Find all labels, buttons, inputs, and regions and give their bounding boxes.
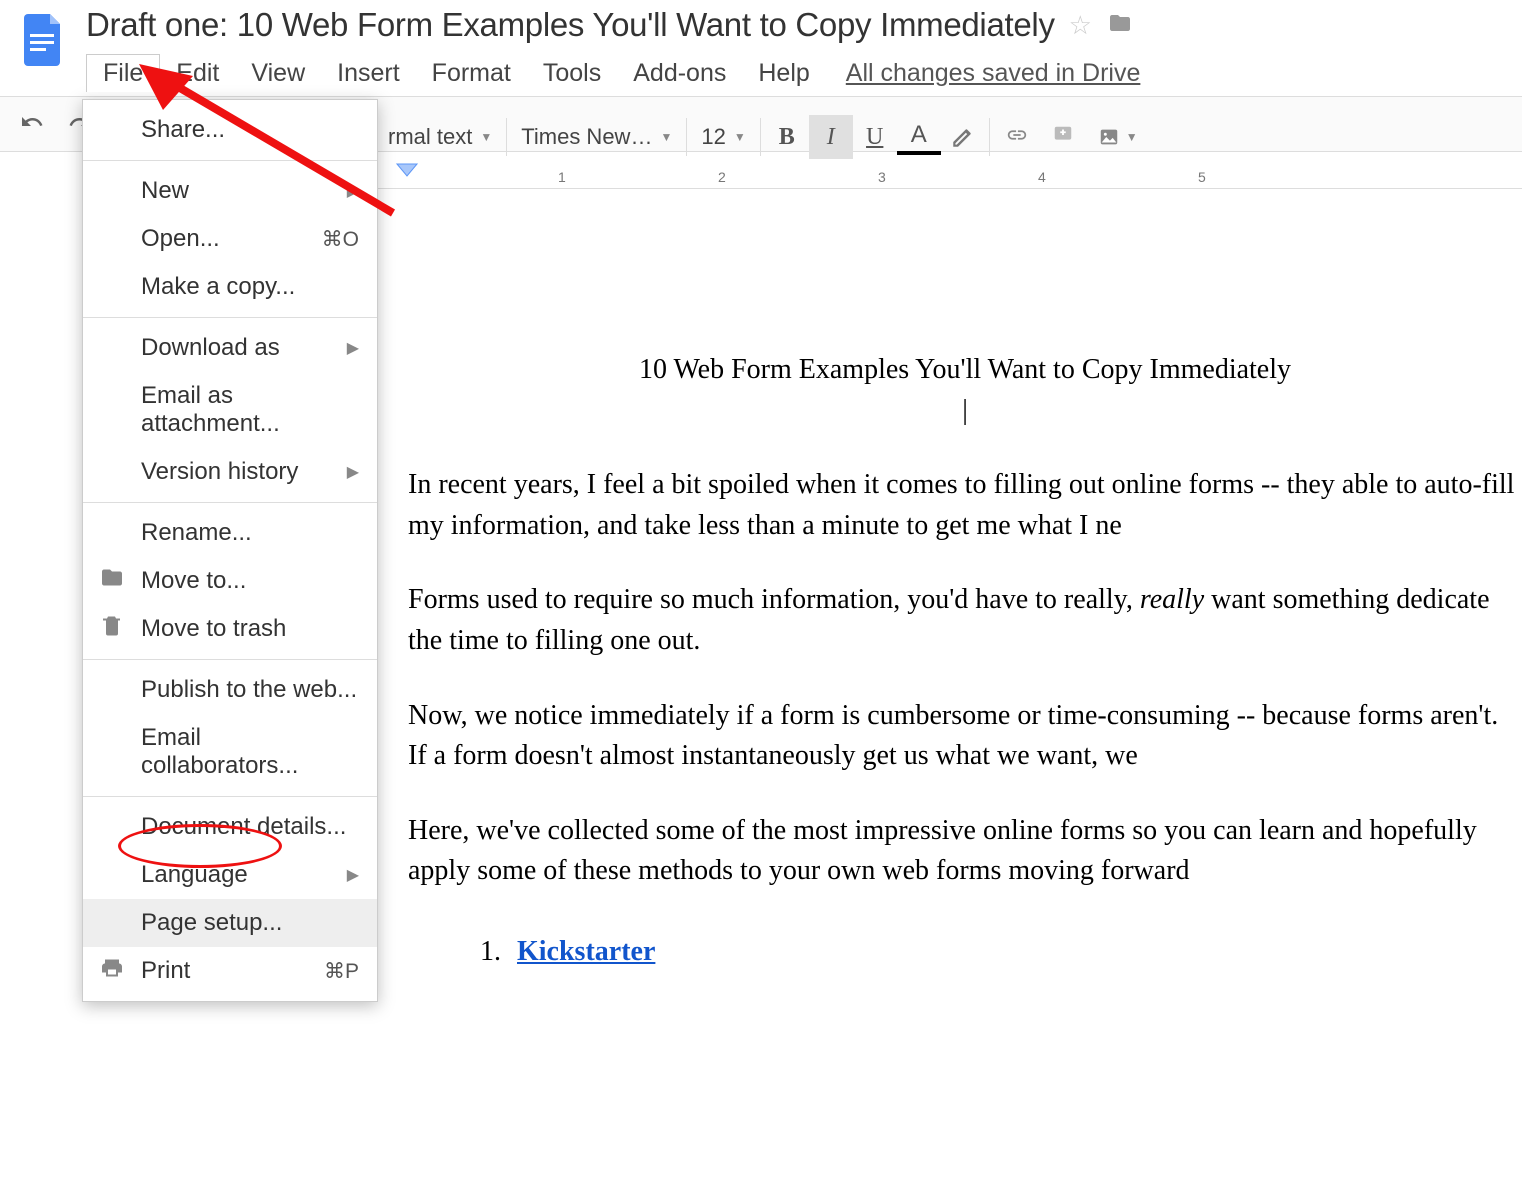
doc-link-kickstarter[interactable]: Kickstarter [517,936,655,967]
font-size-dropdown[interactable]: 12 ▼ [691,117,755,157]
chevron-right-icon: ▶ [347,181,359,201]
menu-print-shortcut: ⌘P [324,959,359,984]
caret-down-icon: ▼ [660,130,672,144]
ruler-mark-3: 3 [878,169,886,185]
menu-help[interactable]: Help [742,55,825,92]
caret-down-icon: ▼ [734,130,746,144]
menu-print-label: Print [141,957,190,985]
font-size-value: 12 [701,124,725,150]
menu-email-attach-label: Email as attachment... [141,382,359,438]
undo-button[interactable] [8,110,56,139]
menu-publish[interactable]: Publish to the web... [83,666,377,714]
folder-icon [99,566,125,597]
document-canvas[interactable]: 10 Web Form Examples You'll Want to Copy… [408,350,1522,973]
folder-icon[interactable] [1106,11,1134,40]
trash-icon [99,614,125,645]
menu-format[interactable]: Format [416,55,527,92]
menu-open[interactable]: Open... ⌘O [83,215,377,263]
add-comment-button[interactable] [1040,124,1086,151]
doc-paragraph: Here, we've collected some of the most i… [408,811,1522,892]
menu-version-history[interactable]: Version history ▶ [83,448,377,496]
ruler-mark-1: 1 [558,169,566,185]
menu-language-label: Language [141,861,248,889]
doc-paragraph: Forms used to require so much informatio… [408,580,1522,661]
italic-button[interactable]: I [809,115,853,159]
menu-bar: File Edit View Insert Format Tools Add-o… [86,54,1522,92]
menu-move-to-trash[interactable]: Move to trash [83,605,377,653]
menu-doc-details-label: Document details... [141,813,346,841]
star-icon[interactable]: ☆ [1069,10,1092,41]
menu-new-label: New [141,177,189,205]
ruler-mark-5: 5 [1198,169,1206,185]
doc-title-text: 10 Web Form Examples You'll Want to Copy… [408,350,1522,391]
font-dropdown[interactable]: Times New… ▼ [511,117,682,157]
menu-move-to[interactable]: Move to... [83,557,377,605]
menu-open-label: Open... [141,225,220,253]
ruler[interactable]: 1 2 3 4 5 [378,165,1522,189]
caret-down-icon: ▼ [1126,130,1138,144]
menu-page-setup[interactable]: Page setup... [83,899,377,947]
menu-language[interactable]: Language ▶ [83,851,377,899]
chevron-right-icon: ▶ [347,338,359,358]
doc-text-italic: really [1140,584,1204,615]
ruler-indent-marker[interactable] [396,163,418,180]
font-value: Times New… [521,124,652,150]
ruler-mark-2: 2 [718,169,726,185]
insert-image-button[interactable]: ▼ [1086,126,1148,148]
menu-trash-label: Move to trash [141,615,286,643]
bold-button[interactable]: B [765,115,809,159]
list-number: 1. [480,936,501,967]
menu-file[interactable]: File [86,54,160,92]
menu-document-details[interactable]: Document details... [83,803,377,851]
menu-share-label: Share... [141,116,225,144]
menu-publish-label: Publish to the web... [141,676,357,704]
menu-edit[interactable]: Edit [160,55,235,92]
menu-tools[interactable]: Tools [527,55,617,92]
menu-rename[interactable]: Rename... [83,509,377,557]
doc-paragraph: Now, we notice immediately if a form is … [408,696,1522,777]
insert-link-button[interactable] [994,124,1040,151]
menu-make-copy[interactable]: Make a copy... [83,263,377,311]
menu-download-as[interactable]: Download as ▶ [83,324,377,372]
file-dropdown-menu: Share... New ▶ Open... ⌘O Make a copy... D… [82,99,378,1002]
paragraph-style-value: rmal text [388,124,472,150]
menu-rename-label: Rename... [141,519,252,547]
menu-email-collab-label: Email collaborators... [141,724,359,780]
doc-paragraph: In recent years, I feel a bit spoiled wh… [408,465,1522,546]
caret-down-icon: ▼ [480,130,492,144]
paragraph-style-dropdown[interactable]: rmal text ▼ [378,117,502,157]
menu-move-label: Move to... [141,567,246,595]
menu-addons[interactable]: Add-ons [617,55,742,92]
menu-insert[interactable]: Insert [321,55,416,92]
menu-make-copy-label: Make a copy... [141,273,295,301]
menu-version-label: Version history [141,458,298,486]
chevron-right-icon: ▶ [347,865,359,885]
doc-text: Forms used to require so much informatio… [408,584,1140,615]
menu-email-attachment[interactable]: Email as attachment... [83,372,377,448]
document-title[interactable]: Draft one: 10 Web Form Examples You'll W… [86,6,1055,44]
highlight-button[interactable] [941,115,985,159]
text-color-button[interactable]: A [897,119,941,155]
menu-page-setup-label: Page setup... [141,909,282,937]
menu-download-label: Download as [141,334,280,362]
ruler-mark-4: 4 [1038,169,1046,185]
doc-list: 1. Kickstarter [408,932,1522,973]
docs-logo-icon[interactable] [16,10,72,66]
menu-view[interactable]: View [235,55,321,92]
menu-email-collaborators[interactable]: Email collaborators... [83,714,377,790]
menu-open-shortcut: ⌘O [322,227,359,252]
underline-button[interactable]: U [853,115,897,159]
text-cursor: | [408,391,1522,432]
save-status[interactable]: All changes saved in Drive [846,59,1141,88]
menu-new[interactable]: New ▶ [83,167,377,215]
menu-print[interactable]: Print ⌘P [83,947,377,995]
print-icon [99,956,125,987]
menu-share[interactable]: Share... [83,106,377,154]
chevron-right-icon: ▶ [347,462,359,482]
